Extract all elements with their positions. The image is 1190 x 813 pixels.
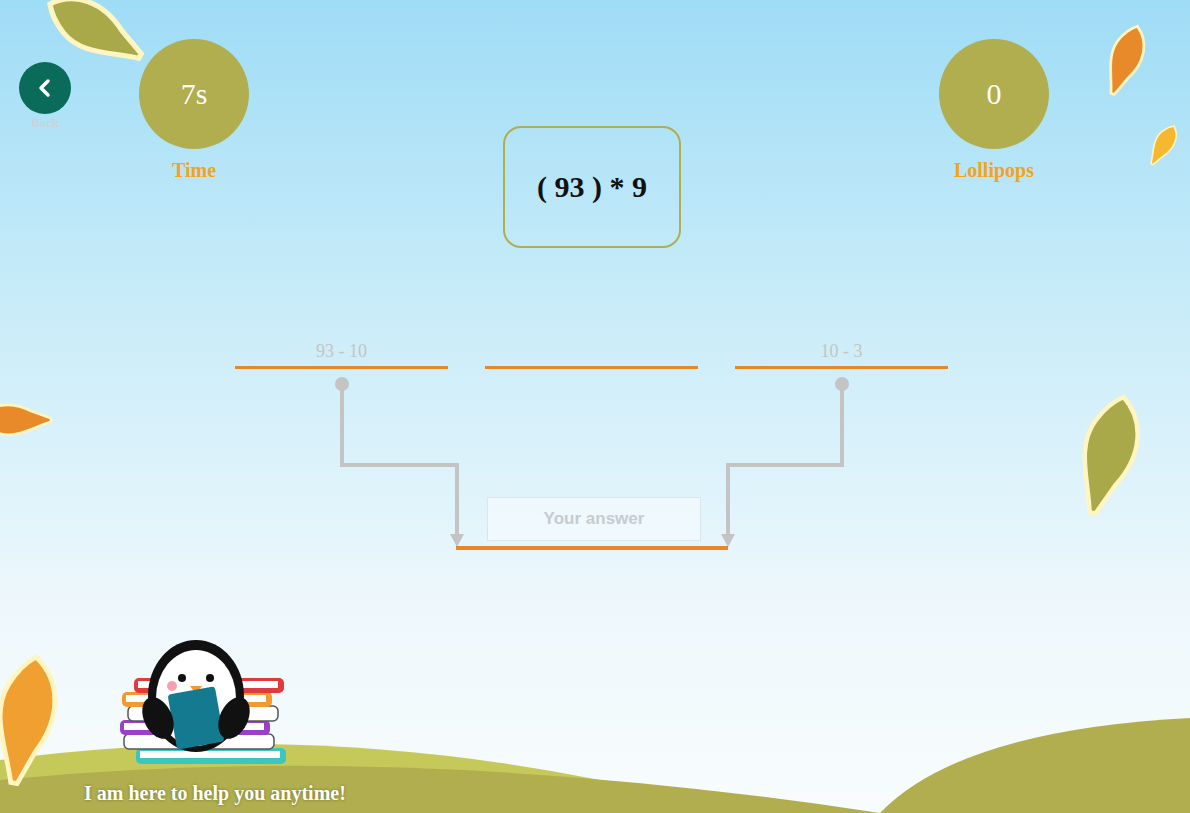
game-screen: Back 7s Time ( 93 ) * 9 0 Lollipops 93 -… — [0, 0, 1190, 813]
penguin-icon — [114, 638, 294, 778]
leaf-icon — [0, 405, 51, 435]
lollipops-circle: 0 — [939, 39, 1049, 149]
time-stat: 7s Time — [139, 39, 249, 182]
slot-row: 93 - 10 10 - 3 — [0, 335, 1190, 369]
connector — [721, 377, 849, 547]
right-hill — [880, 718, 1190, 813]
answer-input[interactable] — [487, 497, 701, 541]
chevron-left-icon — [34, 77, 56, 99]
answer-slot[interactable]: 93 - 10 — [235, 335, 448, 369]
leaf-icon — [1069, 391, 1148, 520]
front-hill — [0, 766, 880, 813]
connector-dot — [335, 377, 349, 391]
answer-line — [456, 546, 728, 550]
helper-message: I am here to help you anytime! — [84, 782, 346, 805]
connector — [335, 377, 464, 547]
time-circle: 7s — [139, 39, 249, 149]
slot-label: 10 - 3 — [821, 339, 863, 363]
arrow-icon — [450, 534, 464, 547]
slot-label: 93 - 10 — [316, 339, 367, 363]
back-control[interactable]: Back — [19, 62, 71, 131]
connector-dot — [835, 377, 849, 391]
arrow-icon — [721, 534, 735, 547]
lollipops-label: Lollipops — [954, 159, 1034, 182]
time-label: Time — [172, 159, 216, 182]
answer-slot[interactable] — [485, 335, 698, 369]
answer-slot[interactable]: 10 - 3 — [735, 335, 948, 369]
answer-diagram: 93 - 10 10 - 3 — [0, 335, 1190, 565]
leaf-icon — [39, 0, 151, 74]
leaf-icon — [1144, 121, 1182, 168]
leaf-icon — [1099, 21, 1152, 99]
question-box: ( 93 ) * 9 — [503, 126, 681, 248]
back-button[interactable] — [19, 62, 71, 114]
helper: I am here to help you anytime! — [84, 638, 346, 805]
header: Back 7s Time ( 93 ) * 9 0 Lollipops — [0, 0, 1190, 248]
back-label: Back — [31, 115, 59, 131]
lollipops-stat: 0 Lollipops — [939, 39, 1049, 182]
leaf-icon — [0, 652, 63, 787]
